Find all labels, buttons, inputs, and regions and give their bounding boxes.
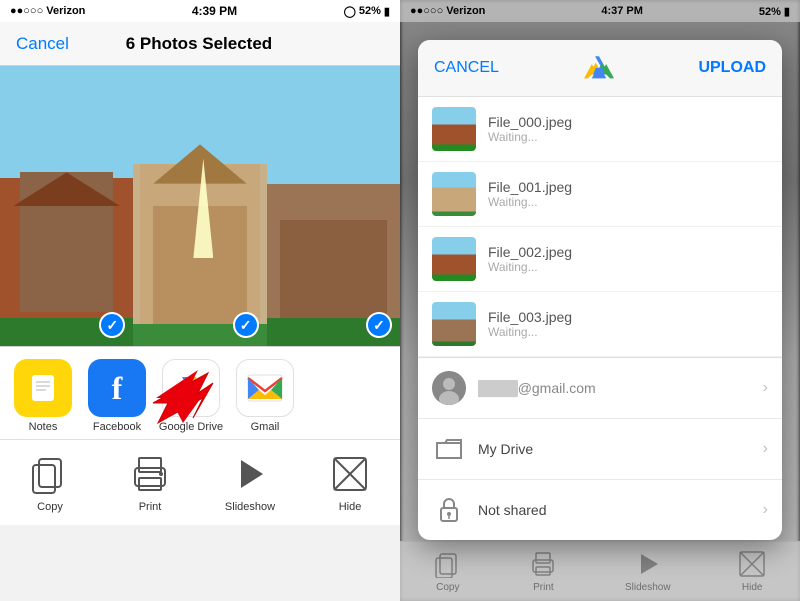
file-status-3: Waiting... (488, 325, 768, 339)
file-status-2: Waiting... (488, 260, 768, 274)
popup-header: CANCEL UPLOAD (418, 40, 782, 97)
bottom-hide: Hide (738, 550, 766, 593)
file-item-0: File_000.jpeg Waiting... (418, 97, 782, 162)
action-slideshow[interactable]: Slideshow (200, 452, 300, 513)
battery-left: ◯ 52% ▮ (344, 5, 390, 18)
action-hide[interactable]: Hide (300, 452, 400, 513)
action-copy[interactable]: Copy (0, 452, 100, 513)
file-name-0: File_000.jpeg (488, 114, 768, 130)
photos-grid (0, 66, 400, 346)
file-thumb-3 (432, 302, 476, 346)
my-drive-label: My Drive (478, 441, 751, 457)
file-name-3: File_003.jpeg (488, 309, 768, 325)
app-facebook[interactable]: f Facebook (82, 359, 152, 433)
file-thumb-1 (432, 172, 476, 216)
photo-checkmark-2 (233, 312, 259, 338)
hide-icon-box (325, 452, 375, 496)
file-list: File_000.jpeg Waiting... File_001.jpeg W… (418, 97, 782, 357)
file-name-1: File_001.jpeg (488, 179, 768, 195)
left-panel: ●●○○○ Verizon 4:39 PM ◯ 52% ▮ Cancel 6 P… (0, 0, 400, 601)
facebook-icon-box: f (88, 359, 146, 417)
popup-cancel-button[interactable]: CANCEL (434, 59, 499, 77)
file-thumb-0 (432, 107, 476, 151)
photo-checkmark-3 (366, 312, 392, 338)
file-info-0: File_000.jpeg Waiting... (488, 114, 768, 144)
hide-label: Hide (339, 501, 362, 513)
file-thumb-2 (432, 237, 476, 281)
battery-right: 52% ▮ (759, 5, 790, 18)
time-right: 4:37 PM (601, 5, 643, 17)
account-section: ████@gmail.com › My Drive › (418, 357, 782, 540)
gdrive-logo (584, 54, 614, 82)
file-item-2: File_002.jpeg Waiting... (418, 227, 782, 292)
bottom-bar-right: Copy Print Slideshow Hide (400, 541, 800, 601)
not-shared-label: Not shared (478, 502, 751, 518)
slideshow-icon-box (225, 452, 275, 496)
notes-icon-box (14, 359, 72, 417)
file-status-0: Waiting... (488, 130, 768, 144)
file-item-1: File_001.jpeg Waiting... (418, 162, 782, 227)
battery-icon-left: ▮ (384, 5, 390, 18)
drive-folder-icon (432, 432, 466, 466)
copy-icon-box (25, 452, 75, 496)
account-avatar (432, 371, 466, 405)
actions-row: Copy Print (0, 439, 400, 519)
status-bar-right-overlay: ●●○○○ Verizon 4:37 PM 52% ▮ (400, 0, 800, 22)
red-arrow (148, 368, 208, 418)
file-info-1: File_001.jpeg Waiting... (488, 179, 768, 209)
popup-upload-button[interactable]: UPLOAD (698, 59, 766, 77)
slideshow-label: Slideshow (225, 501, 275, 513)
photo-cell-1[interactable] (0, 66, 133, 346)
file-info-3: File_003.jpeg Waiting... (488, 309, 768, 339)
photo-cell-2[interactable] (133, 66, 266, 346)
nav-bar-left: Cancel 6 Photos Selected (0, 22, 400, 66)
action-print[interactable]: Print (100, 452, 200, 513)
account-email: ████@gmail.com (478, 380, 751, 396)
gmail-label: Gmail (251, 421, 280, 433)
file-status-1: Waiting... (488, 195, 768, 209)
facebook-label: Facebook (93, 421, 141, 433)
my-drive-row[interactable]: My Drive › (418, 419, 782, 480)
status-bar-left: ●●○○○ Verizon 4:39 PM ◯ 52% ▮ (0, 0, 400, 22)
bottom-copy: Copy (434, 550, 462, 593)
app-gmail[interactable]: Gmail (230, 359, 300, 433)
account-row[interactable]: ████@gmail.com › (418, 358, 782, 419)
upload-popup: CANCEL UPLOAD (418, 40, 782, 540)
file-info-2: File_002.jpeg Waiting... (488, 244, 768, 274)
my-drive-chevron-icon: › (763, 440, 768, 458)
bluetooth-icon-left: ◯ (344, 5, 356, 18)
bottom-hide-label: Hide (742, 582, 763, 593)
account-chevron-icon: › (763, 379, 768, 397)
time-left: 4:39 PM (192, 4, 237, 18)
share-actions: Notes f Facebook (0, 346, 400, 525)
carrier-right: ●●○○○ Verizon (410, 5, 485, 17)
print-label: Print (139, 501, 162, 513)
page-title-left: 6 Photos Selected (126, 34, 272, 54)
file-name-2: File_002.jpeg (488, 244, 768, 260)
not-shared-chevron-icon: › (763, 501, 768, 519)
photo-cell-3[interactable] (267, 66, 400, 346)
print-icon-box (125, 452, 175, 496)
gmail-icon-box (236, 359, 294, 417)
bottom-copy-label: Copy (436, 582, 459, 593)
bottom-print: Print (529, 550, 557, 593)
file-item-3: File_003.jpeg Waiting... (418, 292, 782, 357)
copy-label: Copy (37, 501, 63, 513)
right-panel: ●●○○○ Verizon 4:37 PM 52% ▮ CANCEL (400, 0, 800, 601)
bottom-slideshow-label: Slideshow (625, 582, 671, 593)
notes-label: Notes (29, 421, 58, 433)
cancel-button-left[interactable]: Cancel (16, 34, 69, 54)
lock-icon-box (432, 493, 466, 527)
email-redacted: ████ (478, 380, 518, 396)
carrier-left: ●●○○○ Verizon (10, 5, 85, 17)
app-notes[interactable]: Notes (8, 359, 78, 433)
not-shared-row[interactable]: Not shared › (418, 480, 782, 540)
bottom-print-label: Print (533, 582, 554, 593)
bottom-slideshow: Slideshow (625, 550, 671, 593)
